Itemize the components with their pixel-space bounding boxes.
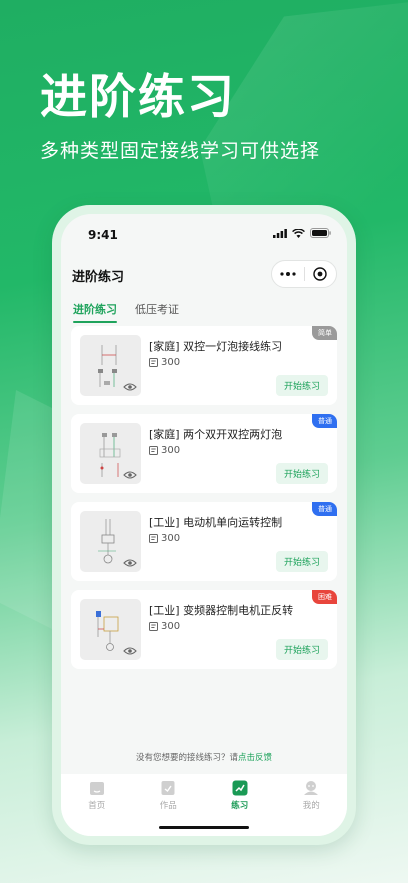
tab-advanced-practice[interactable]: 进阶练习 xyxy=(73,301,117,323)
exercise-card[interactable]: [家庭] 两个双开双控两灯泡 300 普通 开始练习 xyxy=(71,414,337,493)
wiring-diagram-thumbnail[interactable] xyxy=(80,335,141,396)
bottom-tab-bar: 首页 作品 练习 我的 xyxy=(61,774,347,836)
exercise-title: [工业] 变频器控制电机正反转 xyxy=(149,604,294,617)
document-icon xyxy=(149,446,158,455)
status-icons xyxy=(273,228,331,238)
exercise-list: [家庭] 双控一灯泡接线练习 300 简单 开始练习 [家庭] 两个双开双控两灯… xyxy=(71,326,337,678)
hero-title: 进阶练习 xyxy=(40,70,236,125)
start-practice-button[interactable]: 开始练习 xyxy=(275,463,328,484)
exercise-count: 300 xyxy=(149,357,180,368)
tabbar-item-home[interactable]: 首页 xyxy=(72,780,122,836)
document-icon xyxy=(149,358,158,367)
more-dots-icon xyxy=(280,272,296,276)
start-practice-button[interactable]: 开始练习 xyxy=(275,639,328,660)
tab-low-voltage-exam[interactable]: 低压考证 xyxy=(135,301,179,323)
exercise-card[interactable]: [工业] 变频器控制电机正反转 300 困难 开始练习 xyxy=(71,590,337,669)
document-icon xyxy=(149,622,158,631)
home-indicator xyxy=(159,826,249,829)
battery-icon xyxy=(310,228,331,238)
close-mini-program-button[interactable] xyxy=(305,261,337,287)
more-button[interactable] xyxy=(272,261,304,287)
category-tabs: 进阶练习 低压考证 xyxy=(73,301,179,323)
difficulty-badge: 普通 xyxy=(312,414,337,428)
hero-subtitle: 多种类型固定接线学习可供选择 xyxy=(40,140,321,162)
exercise-count: 300 xyxy=(149,533,180,544)
page-title: 进阶练习 xyxy=(72,270,125,285)
tabbar-label: 练习 xyxy=(231,801,249,811)
exercise-title: [家庭] 双控一灯泡接线练习 xyxy=(149,340,283,353)
feedback-prompt: 没有您想要的接线练习？请点击反馈 xyxy=(61,751,347,763)
tabbar-item-profile[interactable]: 我的 xyxy=(286,780,336,836)
wiring-diagram-thumbnail[interactable] xyxy=(80,599,141,660)
exercise-count: 300 xyxy=(149,621,180,632)
wifi-icon xyxy=(292,228,305,238)
phone-frame: 9:41 进阶练习 进阶练习 低压考证 [家庭] 双控一灯泡接线练习 300 简… xyxy=(52,205,356,845)
nav-bar: 进阶练习 xyxy=(61,254,347,294)
tabbar-label: 我的 xyxy=(302,801,320,811)
difficulty-badge: 困难 xyxy=(312,590,337,604)
eye-icon[interactable] xyxy=(123,382,137,392)
exercise-card[interactable]: [工业] 电动机单向运转控制 300 普通 开始练习 xyxy=(71,502,337,581)
tabbar-label: 作品 xyxy=(159,801,177,811)
exercise-count-value: 300 xyxy=(161,357,181,368)
practice-icon xyxy=(232,780,248,796)
document-icon xyxy=(149,534,158,543)
feedback-link[interactable]: 点击反馈 xyxy=(238,753,272,763)
difficulty-badge: 普通 xyxy=(312,502,337,516)
exercise-title: [家庭] 两个双开双控两灯泡 xyxy=(149,428,283,441)
eye-icon[interactable] xyxy=(123,646,137,656)
exercise-card[interactable]: [家庭] 双控一灯泡接线练习 300 简单 开始练习 xyxy=(71,326,337,405)
status-time: 9:41 xyxy=(88,228,118,242)
difficulty-badge: 简单 xyxy=(312,326,337,340)
home-icon xyxy=(89,782,104,795)
wiring-diagram-thumbnail[interactable] xyxy=(80,511,141,572)
exercise-count-value: 300 xyxy=(161,533,181,544)
exercise-count: 300 xyxy=(149,445,180,456)
status-bar: 9:41 xyxy=(61,214,347,254)
exercise-count-value: 300 xyxy=(161,621,181,632)
start-practice-button[interactable]: 开始练习 xyxy=(275,375,328,396)
eye-icon[interactable] xyxy=(123,558,137,568)
mini-program-capsule xyxy=(271,260,337,288)
profile-icon xyxy=(304,781,319,795)
feedback-text: 没有您想要的接线练习？请 xyxy=(135,753,238,763)
wiring-diagram-thumbnail[interactable] xyxy=(80,423,141,484)
exercise-count-value: 300 xyxy=(161,445,181,456)
target-circle-icon xyxy=(313,267,327,281)
phone-screen: 9:41 进阶练习 进阶练习 低压考证 [家庭] 双控一灯泡接线练习 300 简… xyxy=(61,214,347,836)
eye-icon[interactable] xyxy=(123,470,137,480)
signal-icon xyxy=(273,228,287,238)
start-practice-button[interactable]: 开始练习 xyxy=(275,551,328,572)
exercise-title: [工业] 电动机单向运转控制 xyxy=(149,516,283,529)
tabbar-label: 首页 xyxy=(88,801,106,811)
works-icon xyxy=(161,781,175,795)
